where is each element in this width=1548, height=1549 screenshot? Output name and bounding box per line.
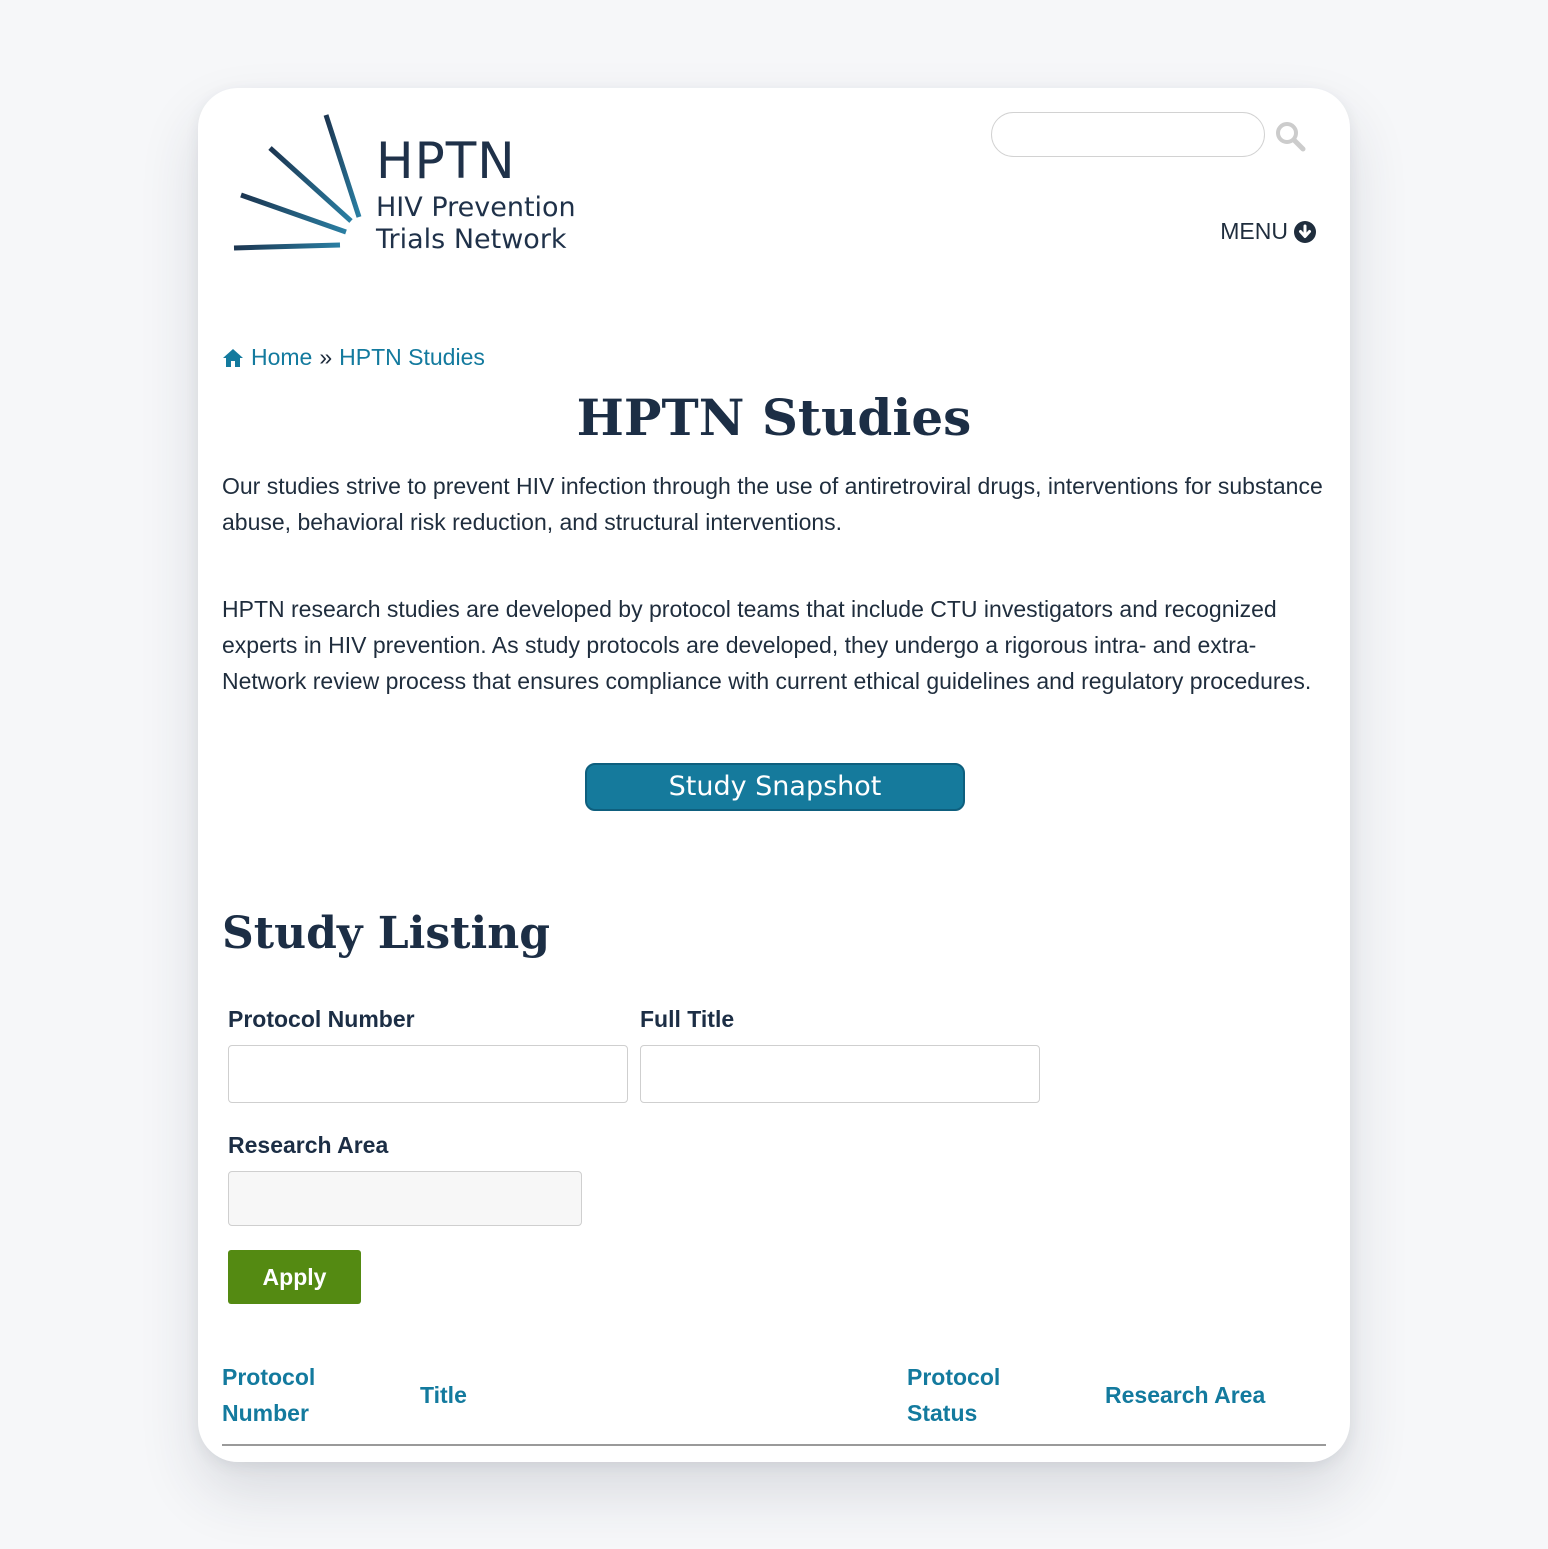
menu-toggle[interactable]: MENU (1220, 218, 1316, 245)
logo-rays-icon (233, 114, 362, 251)
page-title: HPTN Studies (576, 388, 972, 447)
column-header-research-area[interactable]: Research Area (1105, 1377, 1265, 1413)
column-header-protocol-number-line-2: Number (222, 1400, 309, 1426)
logo-name-line-2: Trials Network (376, 224, 567, 255)
apply-button[interactable]: Apply (228, 1250, 361, 1304)
protocol-number-input[interactable] (228, 1045, 628, 1103)
breadcrumb-current-link[interactable]: HPTN Studies (339, 344, 485, 371)
research-area-select[interactable] (228, 1171, 582, 1226)
breadcrumb-home-link[interactable]: Home (251, 344, 312, 371)
logo-abbreviation: HPTN (376, 132, 516, 190)
full-title-label: Full Title (640, 1006, 735, 1032)
menu-label: MENU (1220, 218, 1288, 244)
search-input[interactable] (991, 112, 1265, 157)
study-listing-title: Study Listing (222, 908, 550, 959)
column-header-protocol-number[interactable]: Protocol Number (222, 1359, 315, 1431)
column-header-protocol-status-line-1: Protocol (907, 1364, 1001, 1390)
intro-paragraph-1: Our studies strive to prevent HIV infect… (222, 473, 1323, 535)
column-header-title[interactable]: Title (420, 1377, 467, 1413)
home-icon[interactable] (222, 348, 244, 368)
full-title-input[interactable] (640, 1045, 1040, 1103)
intro-paragraph-2: HPTN research studies are developed by p… (222, 596, 1312, 694)
breadcrumb: Home » HPTN Studies (222, 344, 485, 371)
breadcrumb-separator: » (319, 344, 333, 370)
logo-name-line-1: HIV Prevention (376, 192, 576, 223)
page-card: HPTN HIV Prevention Trials Network MENU … (198, 88, 1350, 1462)
column-header-protocol-status[interactable]: Protocol Status (907, 1359, 1000, 1431)
column-header-protocol-status-line-2: Status (907, 1400, 978, 1426)
table-header-divider (222, 1444, 1326, 1446)
hptn-logo[interactable]: HPTN HIV Prevention Trials Network (228, 108, 608, 258)
logo-wordmark: HPTN HIV Prevention Trials Network (376, 136, 576, 256)
study-snapshot-button[interactable]: Study Snapshot (585, 763, 965, 811)
circle-arrow-down-icon (1294, 220, 1316, 243)
research-area-label: Research Area (228, 1132, 389, 1158)
column-header-protocol-number-line-1: Protocol (222, 1364, 316, 1390)
search-button[interactable] (1274, 120, 1308, 154)
protocol-number-label: Protocol Number (228, 1006, 415, 1032)
search-icon (1276, 122, 1306, 152)
